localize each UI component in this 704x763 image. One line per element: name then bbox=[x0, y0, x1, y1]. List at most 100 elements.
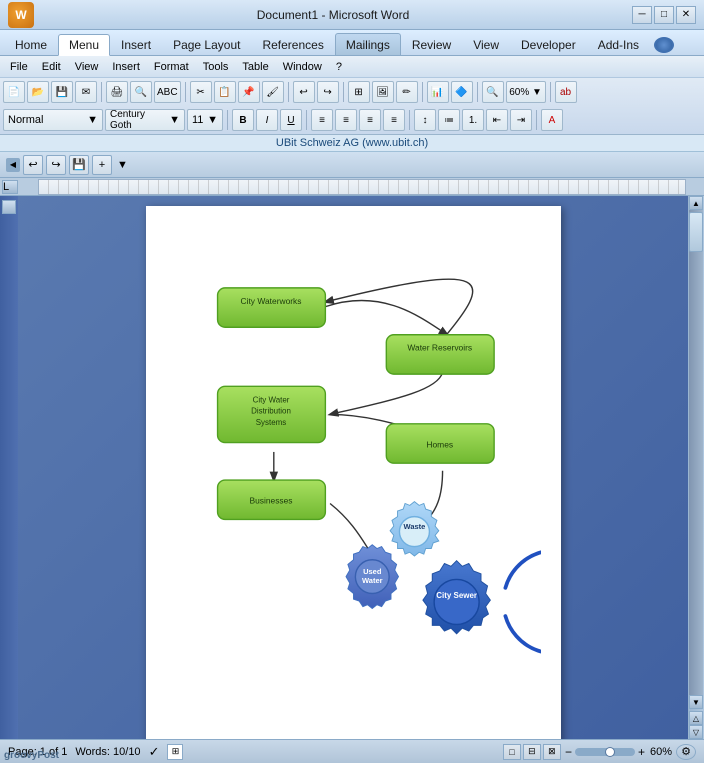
sep-9 bbox=[306, 110, 307, 130]
tab-home[interactable]: Home bbox=[4, 33, 58, 55]
tab-review[interactable]: Review bbox=[401, 33, 462, 55]
text-color-button[interactable]: A bbox=[541, 109, 563, 131]
undo-button[interactable]: ↩ bbox=[293, 81, 315, 103]
save-button[interactable]: 💾 bbox=[51, 81, 73, 103]
insert-table-button[interactable]: ⊞ bbox=[348, 81, 370, 103]
style-selector[interactable]: Normal ▼ bbox=[3, 109, 103, 131]
menu-help[interactable]: ? bbox=[330, 59, 348, 75]
redo-button[interactable]: ↪ bbox=[317, 81, 339, 103]
word-count: Words: 10/10 bbox=[75, 746, 140, 758]
proofread-icon[interactable]: ✓ bbox=[149, 744, 160, 760]
qa-save[interactable]: 💾 bbox=[69, 155, 89, 175]
increase-indent-button[interactable]: ⇥ bbox=[510, 109, 532, 131]
email-button[interactable]: ✉ bbox=[75, 81, 97, 103]
tab-view[interactable]: View bbox=[462, 33, 510, 55]
toolbar-area: 📄 📂 💾 ✉ 🖨 🔍 ABC ✂ 📋 📌 🖌 ↩ ↪ ⊞ 🖼 ✏ 📊 🔷 � bbox=[0, 78, 704, 135]
bold-button[interactable]: B bbox=[232, 109, 254, 131]
arrow-reservoirs-waterworks bbox=[325, 279, 472, 339]
view-full-btn[interactable]: ⊠ bbox=[543, 744, 561, 760]
justify-button[interactable]: ≡ bbox=[383, 109, 405, 131]
align-center-button[interactable]: ≡ bbox=[335, 109, 357, 131]
waste-gear-group: Waste bbox=[390, 502, 439, 556]
maximize-button[interactable]: □ bbox=[654, 6, 674, 24]
numbering-button[interactable]: 1. bbox=[462, 109, 484, 131]
decrease-indent-button[interactable]: ⇤ bbox=[486, 109, 508, 131]
print-button[interactable]: 🖨 bbox=[106, 81, 128, 103]
ruler-marks bbox=[39, 180, 685, 194]
scroll-extra-btn2[interactable]: ▽ bbox=[689, 725, 703, 739]
minimize-button[interactable]: ─ bbox=[632, 6, 652, 24]
spellcheck-button[interactable]: ABC bbox=[154, 81, 181, 103]
menu-view[interactable]: View bbox=[69, 59, 105, 75]
paste-button[interactable]: 📌 bbox=[238, 81, 260, 103]
chart-button[interactable]: 📊 bbox=[427, 81, 449, 103]
track-changes-icon[interactable]: ⊞ bbox=[167, 744, 183, 760]
ruler-corner: L bbox=[2, 180, 18, 194]
cut-button[interactable]: ✂ bbox=[190, 81, 212, 103]
print-preview-button[interactable]: 🔍 bbox=[130, 81, 152, 103]
office-logo-text: W bbox=[15, 8, 26, 22]
help-icon[interactable] bbox=[654, 37, 674, 53]
qa-arrow[interactable]: ▼ bbox=[117, 159, 128, 171]
drawing-button[interactable]: ✏ bbox=[396, 81, 418, 103]
doc-scroll-area[interactable]: City Waterworks Water Reservoirs City Wa… bbox=[18, 196, 688, 739]
menu-table[interactable]: Table bbox=[236, 59, 274, 75]
diagram-container: City Waterworks Water Reservoirs City Wa… bbox=[166, 226, 541, 706]
insert-image-button[interactable]: 🖼 bbox=[372, 81, 394, 103]
tab-menu[interactable]: Menu bbox=[58, 34, 110, 56]
format-painter-button[interactable]: 🖌 bbox=[262, 81, 284, 103]
font-size-selector[interactable]: 11 ▼ bbox=[187, 109, 223, 131]
zoom-dropdown[interactable]: 60% ▼ bbox=[506, 81, 546, 103]
settings-icon[interactable]: ⚙ bbox=[676, 744, 696, 760]
qa-redo[interactable]: ↪ bbox=[46, 155, 66, 175]
align-right-button[interactable]: ≡ bbox=[359, 109, 381, 131]
zoom-slider[interactable] bbox=[575, 748, 635, 756]
qa-extra[interactable]: + bbox=[92, 155, 112, 175]
diagram-svg: City Waterworks Water Reservoirs City Wa… bbox=[166, 226, 541, 706]
close-button[interactable]: ✕ bbox=[676, 6, 696, 24]
ruler bbox=[38, 179, 686, 195]
view-layout-btn[interactable]: ⊟ bbox=[523, 744, 541, 760]
align-left-button[interactable]: ≡ bbox=[311, 109, 333, 131]
scroll-thumb[interactable] bbox=[689, 212, 703, 252]
line-spacing-button[interactable]: ↕ bbox=[414, 109, 436, 131]
tab-developer[interactable]: Developer bbox=[510, 33, 587, 55]
menu-insert[interactable]: Insert bbox=[106, 59, 146, 75]
menu-format[interactable]: Format bbox=[148, 59, 195, 75]
city-sewer-arc bbox=[505, 550, 541, 653]
water-reservoirs-box bbox=[386, 335, 494, 374]
tab-mailings[interactable]: Mailings bbox=[335, 33, 401, 55]
scroll-down-button[interactable]: ▼ bbox=[689, 695, 703, 709]
arrow-waterworks-reservoirs bbox=[325, 300, 447, 334]
italic-button[interactable]: I bbox=[256, 109, 278, 131]
style-value: Normal bbox=[8, 114, 43, 126]
arrow-reservoirs-dist bbox=[330, 372, 443, 414]
bullets-button[interactable]: ≔ bbox=[438, 109, 460, 131]
zoom-out-button[interactable]: − bbox=[565, 745, 572, 759]
zoom-button[interactable]: 🔍 bbox=[482, 81, 504, 103]
tab-references[interactable]: References bbox=[251, 33, 334, 55]
scroll-up-button[interactable]: ▲ bbox=[689, 196, 703, 210]
menu-tools[interactable]: Tools bbox=[197, 59, 235, 75]
qa-undo[interactable]: ↩ bbox=[23, 155, 43, 175]
highlight-button[interactable]: ab bbox=[555, 81, 577, 103]
view-normal-btn[interactable]: □ bbox=[503, 744, 521, 760]
zoom-in-button[interactable]: + bbox=[638, 745, 645, 759]
underline-button[interactable]: U bbox=[280, 109, 302, 131]
zoom-thumb bbox=[605, 747, 615, 757]
sep-3 bbox=[288, 82, 289, 102]
sep-6 bbox=[477, 82, 478, 102]
diagram-button[interactable]: 🔷 bbox=[451, 81, 473, 103]
menu-window[interactable]: Window bbox=[277, 59, 328, 75]
new-button[interactable]: 📄 bbox=[3, 81, 25, 103]
menu-edit[interactable]: Edit bbox=[36, 59, 67, 75]
copy-button[interactable]: 📋 bbox=[214, 81, 236, 103]
scroll-extra-btn1[interactable]: △ bbox=[689, 711, 703, 725]
font-selector[interactable]: Century Goth ▼ bbox=[105, 109, 185, 131]
tab-addins[interactable]: Add-Ins bbox=[587, 33, 650, 55]
tab-insert[interactable]: Insert bbox=[110, 33, 162, 55]
open-button[interactable]: 📂 bbox=[27, 81, 49, 103]
sep-1 bbox=[101, 82, 102, 102]
menu-file[interactable]: File bbox=[4, 59, 34, 75]
tab-pagelayout[interactable]: Page Layout bbox=[162, 33, 251, 55]
